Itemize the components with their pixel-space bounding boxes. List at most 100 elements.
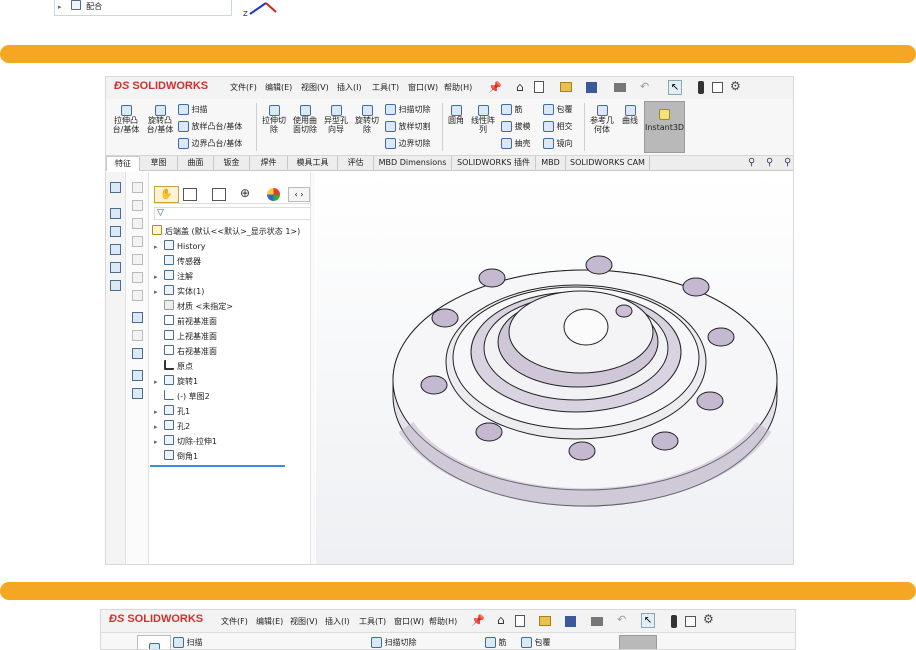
reference-geometry-button[interactable]: 参考几 何体 [588,105,616,134]
pattern-icon[interactable] [110,280,121,291]
extrude-icon[interactable] [110,208,121,219]
menu-tools[interactable]: 工具(T) [359,618,386,626]
rib-button[interactable]: 筋 [485,637,507,648]
tab-solidworks-cam[interactable]: SOLIDWORKS CAM [566,156,650,171]
wrap-button[interactable]: 包覆 [521,637,551,648]
tree-item-solid-bodies[interactable]: ▸ 实体(1) [154,285,204,299]
sweep-button[interactable]: 扫描 [178,104,208,115]
sensor-icon[interactable] [110,262,121,273]
intersect-button[interactable]: 相交 [543,121,573,132]
rollback-bar[interactable] [150,465,285,467]
print-icon[interactable] [591,617,603,626]
top-tree-row[interactable]: ▸ 配合 [58,0,102,12]
save-icon[interactable] [586,82,597,93]
shell-button[interactable]: 抽壳 [501,138,531,149]
previous-view-icon[interactable]: ⚲ [784,157,791,168]
menu-window[interactable]: 窗口(W) [394,618,424,626]
file-properties-icon[interactable] [685,616,696,627]
instant3d-button[interactable]: Instant3D [644,101,685,153]
new-document-icon[interactable] [534,81,544,93]
configuration-manager-tab-icon[interactable] [212,188,226,201]
menu-insert[interactable]: 插入(I) [337,84,362,92]
save-icon[interactable] [565,616,576,627]
select-icon[interactable]: ↖ [668,80,682,95]
fillet-button[interactable]: 圆角 [445,105,467,125]
revolve-boss-button[interactable] [137,635,171,649]
display-manager-tab-icon[interactable] [267,188,280,201]
select-icon[interactable]: ↖ [641,613,655,628]
tree-item-chamfer1[interactable]: 倒角1 [164,450,198,464]
tree-item-front-plane[interactable]: 前视基准面 [164,315,217,329]
surface-cut-button[interactable]: 使用曲 面切除 [290,105,320,134]
expand-arrow-icon[interactable]: ▸ [154,270,164,284]
tree-item-material[interactable]: 材质 <未指定> [164,300,233,314]
menu-help[interactable]: 帮助(H) [429,618,457,626]
menu-help[interactable]: 帮助(H) [444,84,472,92]
tab-mold-tools[interactable]: 模具工具 [288,156,338,171]
panel-splitter[interactable] [310,172,315,564]
revolve-boss-button[interactable]: 旋转凸 台/基体 [144,105,176,134]
tab-weldments[interactable]: 焊件 [250,156,288,171]
swept-cut-button[interactable]: 扫描切除 [371,637,417,648]
options-gear-icon[interactable]: ⚙ [703,612,714,626]
expand-arrow-icon[interactable]: ▸ [154,435,164,449]
feature-manager-tab-icon[interactable]: ✋ [154,186,179,203]
tree-item-cut-extrude1[interactable]: ▸ 切除-拉伸1 [154,435,217,449]
menu-edit[interactable]: 编辑(E) [256,618,283,626]
part-icon[interactable] [110,182,121,193]
tree-item-sensors[interactable]: 传感器 [164,255,201,269]
tree-item-sketch2[interactable]: (-) 草图2 [164,390,210,404]
expand-arrow-icon[interactable]: ▸ [58,3,68,11]
tab-scroll-arrows[interactable]: ‹ › [288,187,310,202]
revolve-cut-button[interactable]: 旋转切 除 [352,105,382,134]
pin-icon[interactable]: 📌 [471,614,485,627]
loft-button[interactable]: 放样凸台/基体 [178,121,242,132]
extrude-cut-button[interactable]: 拉伸切 除 [259,105,289,134]
tab-sheet-metal[interactable]: 钣金 [214,156,250,171]
curve-icon[interactable] [110,244,121,255]
print-icon[interactable] [614,83,626,92]
tab-mbd[interactable]: MBD [536,156,566,171]
expand-arrow-icon[interactable]: ▸ [154,240,164,254]
sketch-icon[interactable] [110,226,121,237]
extrude-boss-button[interactable]: 拉伸凸 台/基体 [110,105,142,134]
tree-item-hole2[interactable]: ▸ 孔2 [154,420,190,434]
tab-evaluate[interactable]: 评估 [338,156,374,171]
undo-icon[interactable]: ↶ [617,613,626,626]
tab-sketch[interactable]: 草图 [140,156,178,171]
menu-file[interactable]: 文件(F) [221,618,248,626]
expand-arrow-icon[interactable]: ▸ [154,420,164,434]
expand-arrow-icon[interactable]: ▸ [154,405,164,419]
mirror-button[interactable]: 镜向 [543,138,573,149]
dimxpert-tab-icon[interactable]: ⊕ [240,186,250,200]
tree-item-revolve1[interactable]: ▸ 旋转1 [154,375,198,389]
select-tool-icon[interactable] [132,312,143,323]
new-document-icon[interactable] [515,615,525,627]
wrap-button[interactable]: 包覆 [543,104,573,115]
tree-filter-field[interactable]: ▽ [154,207,311,220]
tree-item-top-plane[interactable]: 上视基准面 [164,330,217,344]
open-icon[interactable] [539,616,551,626]
tree-root[interactable]: 后端盖 (默认<<默认>_显示状态 1>) [152,225,300,239]
file-properties-icon[interactable] [712,82,723,93]
tree-item-hole1[interactable]: ▸ 孔1 [154,405,190,419]
boundary-boss-button[interactable]: 边界凸台/基体 [178,138,242,149]
pin-icon[interactable]: 📌 [488,81,502,94]
copy-tool-icon[interactable] [132,370,143,381]
search-icon[interactable]: ⚲ [748,157,755,168]
display-tool-icon[interactable] [132,348,143,359]
home-icon[interactable]: ⌂ [516,80,524,94]
property-manager-tab-icon[interactable] [183,188,197,201]
linear-pattern-button[interactable]: 线性阵 列 [469,105,497,134]
tab-mbd-dimensions[interactable]: MBD Dimensions [374,156,452,171]
zoom-area-icon[interactable]: ⚲ [766,157,773,168]
tree-item-annotations[interactable]: ▸ 注解 [154,270,193,284]
tab-solidworks-addins[interactable]: SOLIDWORKS 插件 [452,156,536,171]
tree-item-right-plane[interactable]: 右视基准面 [164,345,217,359]
rebuild-icon[interactable] [671,615,677,628]
curves-button[interactable]: 曲线 [618,105,642,125]
graphics-area[interactable] [316,172,793,564]
instant3d-button[interactable] [619,635,657,649]
menu-edit[interactable]: 编辑(E) [265,84,292,92]
menu-file[interactable]: 文件(F) [230,84,257,92]
